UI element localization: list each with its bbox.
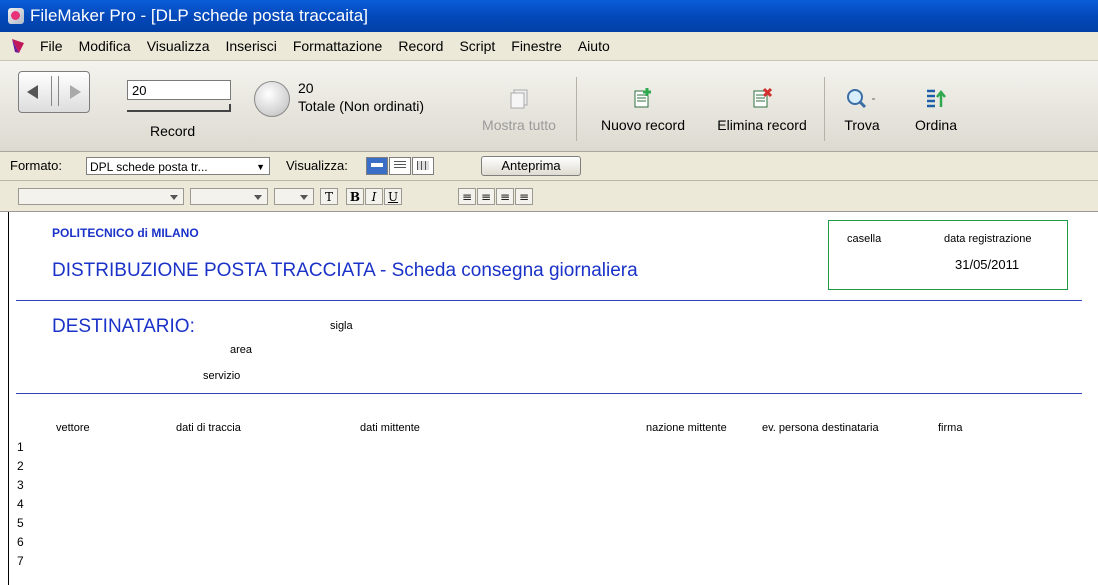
recipient-heading: DESTINATARIO:	[52, 316, 195, 337]
layout-dropdown-value: DPL schede posta tr...	[90, 160, 208, 174]
sort-label: Ordina	[914, 117, 958, 133]
menu-finestre[interactable]: Finestre	[503, 38, 570, 54]
row-number: 7	[17, 554, 24, 568]
view-label: Visualizza:	[286, 158, 348, 173]
sort-button[interactable]: Ordina	[904, 87, 968, 133]
status-toolbar: 20 Record 20 Totale (Non ordinati) Mostr…	[0, 61, 1098, 152]
text-tool-button[interactable]: T	[320, 188, 338, 205]
sigla-label: sigla	[330, 320, 353, 332]
table-view-icon	[417, 161, 429, 170]
underline-button[interactable]: U	[384, 188, 402, 205]
window-title: FileMaker Pro - [DLP schede posta tracca…	[30, 6, 368, 25]
new-record-button[interactable]: Nuovo record	[584, 87, 702, 133]
casella-label: casella	[847, 233, 882, 245]
area-label: area	[230, 344, 253, 356]
layout-dropdown[interactable]: DPL schede posta tr... ▼	[86, 157, 270, 175]
font-dropdown[interactable]	[18, 188, 184, 205]
view-as-table-button[interactable]	[412, 157, 434, 175]
layout-content: POLITECNICO di MILANO DISTRIBUZIONE POST…	[0, 212, 1098, 585]
filemaker-menu-icon[interactable]	[10, 38, 26, 54]
row-number: 6	[17, 535, 24, 549]
form-view-icon	[371, 163, 383, 167]
menu-inserisci[interactable]: Inserisci	[217, 38, 284, 54]
layout-left-border	[8, 212, 9, 585]
registration-date-value[interactable]: 31/05/2011	[955, 257, 1019, 272]
title-bar: FileMaker Pro - [DLP schede posta tracca…	[0, 0, 1098, 32]
record-slider[interactable]	[127, 104, 231, 112]
delete-record-label: Elimina record	[717, 117, 807, 133]
toolbar-separator	[824, 77, 825, 141]
font-size-dropdown[interactable]	[190, 188, 268, 205]
menu-aiuto[interactable]: Aiuto	[570, 38, 618, 54]
row-number: 4	[17, 497, 24, 511]
menu-modifica[interactable]: Modifica	[71, 38, 139, 54]
layout-bar: Formato: DPL schede posta tr... ▼ Visual…	[0, 152, 1098, 181]
book-spine-icon	[51, 76, 59, 106]
text-formatting-bar: T B I U ≡ ≡ ≡ ≡	[0, 181, 1098, 212]
next-record-icon[interactable]	[70, 85, 81, 99]
new-record-icon	[634, 88, 651, 108]
justify-icon: ≡	[518, 190, 530, 204]
menu-formattazione[interactable]: Formattazione	[285, 38, 390, 54]
toolbar-separator	[576, 77, 577, 141]
view-as-list-button[interactable]	[389, 157, 411, 175]
chevron-down-icon: ▼	[256, 162, 265, 172]
show-all-button[interactable]: Mostra tutto	[466, 87, 572, 133]
bold-button[interactable]: B	[346, 188, 364, 205]
align-left-icon: ≡	[461, 190, 473, 204]
view-as-form-button[interactable]	[366, 157, 388, 175]
show-all-label: Mostra tutto	[482, 117, 556, 133]
row-number: 5	[17, 516, 24, 530]
italic-button[interactable]: I	[365, 188, 383, 205]
registration-date-label: data registrazione	[944, 233, 1032, 245]
filemaker-app-icon	[8, 8, 24, 24]
format-label: Formato:	[10, 158, 63, 173]
page-title: DISTRIBUZIONE POSTA TRACCIATA - Scheda c…	[52, 260, 638, 281]
found-set-pie-icon	[254, 81, 290, 117]
column-header: vettore	[56, 422, 90, 434]
find-button[interactable]: Trova	[832, 87, 892, 133]
previous-record-icon[interactable]	[27, 85, 38, 99]
menu-script[interactable]: Script	[451, 38, 503, 54]
divider	[16, 300, 1082, 301]
sort-icon	[927, 89, 946, 108]
registration-box: casella data registrazione 31/05/2011	[828, 220, 1068, 290]
menu-bar: File Modifica Visualizza Inserisci Forma…	[0, 32, 1098, 61]
column-header: dati di traccia	[176, 422, 241, 434]
find-label: Trova	[844, 117, 880, 133]
found-count: 20	[298, 80, 314, 96]
menu-record[interactable]: Record	[390, 38, 451, 54]
column-header: nazione mittente	[646, 422, 727, 434]
align-left-button[interactable]: ≡	[458, 188, 476, 205]
delete-record-icon	[753, 87, 773, 108]
align-center-icon: ≡	[480, 190, 492, 204]
record-count: 20 Totale (Non ordinati)	[298, 79, 424, 115]
row-number: 2	[17, 459, 24, 473]
row-number: 1	[17, 440, 24, 454]
justify-button[interactable]: ≡	[515, 188, 533, 205]
show-all-icon	[510, 89, 528, 109]
menu-file[interactable]: File	[32, 38, 71, 54]
servizio-label: servizio	[203, 370, 241, 382]
record-number-input[interactable]: 20	[127, 80, 231, 100]
org-name: POLITECNICO di MILANO	[52, 226, 199, 240]
preview-button[interactable]: Anteprima	[481, 156, 581, 176]
align-center-button[interactable]: ≡	[477, 188, 495, 205]
row-number: 3	[17, 478, 24, 492]
divider	[16, 393, 1082, 394]
record-book-navigator[interactable]	[18, 71, 90, 113]
column-header: firma	[938, 422, 963, 434]
delete-record-button[interactable]: Elimina record	[704, 87, 820, 133]
align-right-icon: ≡	[499, 190, 511, 204]
search-icon	[847, 89, 875, 109]
new-record-label: Nuovo record	[600, 117, 686, 133]
menu-visualizza[interactable]: Visualizza	[139, 38, 218, 54]
list-view-icon	[394, 161, 406, 170]
column-header: dati mittente	[360, 422, 420, 434]
column-header: ev. persona destinataria	[762, 422, 879, 434]
total-label: Totale (Non ordinati)	[298, 98, 425, 114]
align-right-button[interactable]: ≡	[496, 188, 514, 205]
text-color-dropdown[interactable]	[274, 188, 314, 205]
record-label: Record	[150, 123, 196, 139]
